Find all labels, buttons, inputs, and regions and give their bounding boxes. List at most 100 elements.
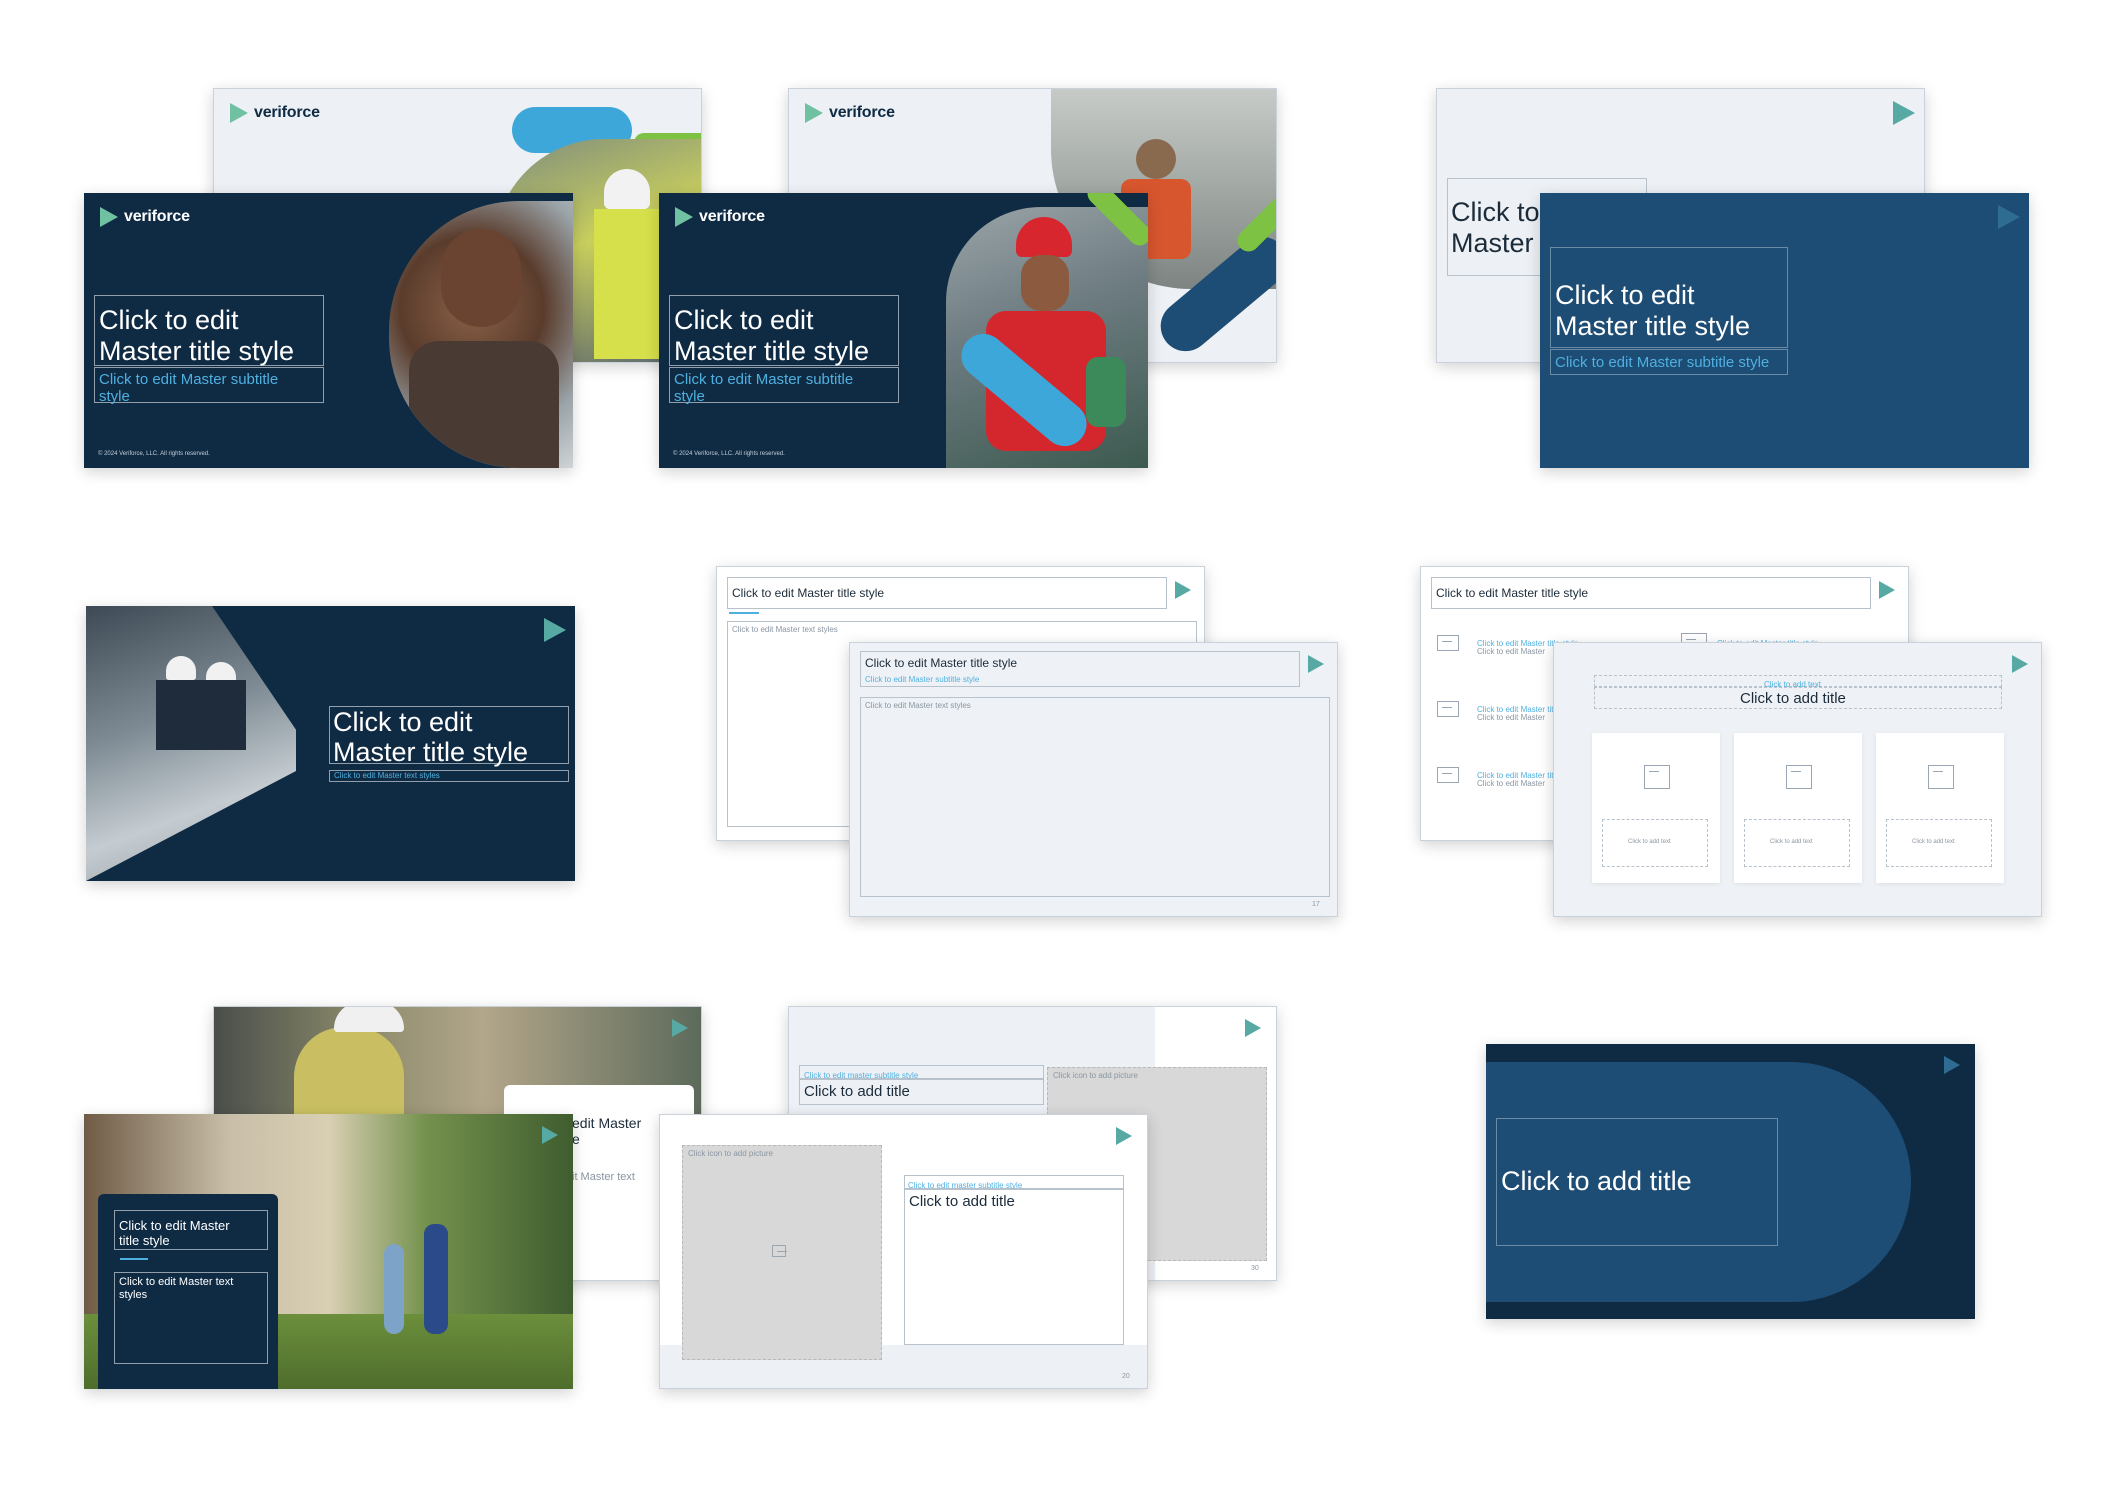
shirt-shape — [409, 341, 559, 468]
slide-thumbnail-three-column[interactable]: Click to add text Click to add title Cli… — [1553, 642, 2042, 917]
column-card[interactable]: Click to add text — [1734, 733, 1862, 883]
add-title: Click to add title — [1740, 690, 1846, 707]
title-accent-rule — [120, 1258, 148, 1260]
master-title-line-1: Click to edit — [674, 305, 814, 335]
hardhat-shape — [604, 169, 650, 209]
master-text-line-1: Click to edit Master text — [119, 1276, 234, 1288]
veriforce-chevron-icon — [1175, 581, 1191, 599]
add-title: Click to add title — [804, 1083, 910, 1100]
master-text-partial: it Master text — [572, 1171, 635, 1183]
master-title: Click to edit Master title style — [1436, 586, 1589, 600]
master-title: Click to edit Master title style — [732, 586, 885, 600]
veriforce-chevron-icon — [1308, 655, 1324, 673]
master-subtitle: Click to edit Master subtitle style — [1555, 354, 1770, 371]
master-title-partial: edit Master — [572, 1115, 642, 1131]
list-item-text: Click to edit Master — [1477, 713, 1546, 722]
logo-mark-icon — [805, 103, 823, 123]
veriforce-logo: veriforce — [100, 207, 190, 227]
master-subtitle-line-2: style — [99, 388, 130, 405]
veriforce-chevron-icon — [1893, 101, 1915, 125]
picture-placeholder-icon[interactable] — [1437, 701, 1459, 717]
master-title-line-2: Master title style — [333, 737, 529, 767]
master-text: Click to edit Master text styles — [865, 701, 971, 710]
page-number: 17 — [1312, 901, 1320, 908]
veriforce-logo: veriforce — [675, 207, 765, 227]
slide-thumbnail-section-header[interactable]: Click to add title — [1486, 1044, 1975, 1319]
logo-wordmark: veriforce — [254, 104, 320, 121]
add-title: Click to add title — [1501, 1166, 1692, 1196]
slide-thumbnail-title-blue-front[interactable]: Click to edit Master title style Click t… — [1540, 193, 2029, 468]
picture-placeholder-icon[interactable] — [772, 1245, 787, 1257]
worker-uniforms-shape — [156, 680, 246, 750]
master-title-partial-2: e — [572, 1131, 580, 1147]
slide-thumbnail-picture-left-front[interactable]: Click icon to add picture Click to edit … — [659, 1114, 1148, 1389]
master-title-line-2: Master title style — [99, 336, 295, 366]
page-number: 30 — [1251, 1265, 1259, 1272]
add-text: Click to add text — [1770, 839, 1813, 845]
picture-placeholder-icon[interactable] — [1786, 765, 1812, 789]
hardhat-shape — [166, 656, 196, 680]
add-title: Click to add title — [909, 1193, 1015, 1210]
veriforce-logo: veriforce — [805, 103, 895, 123]
master-title-line-2: Master title style — [1555, 311, 1751, 341]
veriforce-chevron-icon — [544, 618, 566, 642]
veriforce-chevron-icon — [672, 1019, 688, 1037]
woman-shape — [384, 1244, 404, 1334]
slide-thumbnail-photo-front[interactable]: Click to edit Master title style Click t… — [84, 1114, 573, 1389]
master-title-partial-1: Click to — [1451, 197, 1540, 227]
master-title-line-1: Click to edit — [333, 707, 473, 737]
logo-wordmark: veriforce — [124, 208, 190, 225]
logo-wordmark: veriforce — [699, 208, 765, 225]
master-subtitle-line-2: style — [674, 388, 705, 405]
master-title-line-1: Click to edit — [1555, 280, 1695, 310]
hardhat-shape — [334, 1007, 404, 1032]
master-subtitle: Click to edit Master subtitle style — [865, 675, 980, 684]
logo-mark-icon — [100, 207, 118, 227]
slide-thumbnail-title-diagonal-photo[interactable]: Click to edit Master title style Click t… — [86, 606, 575, 881]
copyright-footer: © 2024 Veriforce, LLC. All rights reserv… — [98, 451, 210, 457]
slide-thumbnail-title-navy-front-1[interactable]: veriforce Click to edit Master title sty… — [84, 193, 573, 468]
safety-vest-shape — [594, 209, 664, 359]
add-text: Click to add text — [1912, 839, 1955, 845]
slide-thumbnail-title-navy-front-2[interactable]: veriforce Click to edit Master title sty… — [659, 193, 1148, 468]
master-title-partial-2: Master — [1451, 228, 1534, 258]
add-picture: Click icon to add picture — [688, 1149, 773, 1158]
veriforce-chevron-icon — [542, 1126, 558, 1144]
bearded-face-shape — [1021, 255, 1069, 311]
veriforce-chevron-icon — [1944, 1056, 1960, 1074]
red-hardhat-shape — [1016, 217, 1072, 257]
list-item-text: Click to edit Master — [1477, 647, 1546, 656]
veriforce-chevron-icon — [1116, 1127, 1132, 1145]
column-card[interactable]: Click to add text — [1592, 733, 1720, 883]
master-text: Click to edit Master text styles — [334, 771, 440, 780]
title-accent-rule — [729, 612, 759, 614]
copyright-footer: © 2024 Veriforce, LLC. All rights reserv… — [673, 451, 785, 457]
master-text-line-2: styles — [119, 1289, 148, 1301]
picture-placeholder-icon[interactable] — [1644, 765, 1670, 789]
master-title-line-1: Click to edit — [99, 305, 239, 335]
veriforce-chevron-icon — [2012, 655, 2028, 673]
workers-on-roof-photo — [86, 606, 296, 881]
add-picture: Click icon to add picture — [1053, 1071, 1138, 1080]
slide-thumbnail-content-front[interactable]: Click to edit Master title style Click t… — [849, 642, 1338, 917]
master-title-line-2: title style — [119, 1233, 170, 1248]
picture-placeholder-icon[interactable] — [1928, 765, 1954, 789]
veriforce-chevron-icon — [1998, 205, 2020, 229]
body-placeholder-box[interactable] — [860, 697, 1330, 897]
green-pipe-shape — [1086, 357, 1126, 427]
face-shape — [441, 229, 521, 327]
worker-shape — [424, 1224, 448, 1334]
veriforce-chevron-icon — [1879, 581, 1895, 599]
master-text: Click to edit Master text styles — [732, 625, 838, 634]
picture-placeholder-icon[interactable] — [1437, 635, 1459, 651]
operator-headset-photo — [389, 201, 573, 468]
add-text: Click to add text — [1628, 839, 1671, 845]
master-title-line-1: Click to edit Master — [119, 1218, 230, 1233]
title-placeholder-box[interactable] — [904, 1189, 1124, 1345]
picture-placeholder-icon[interactable] — [1437, 767, 1459, 783]
logo-mark-icon — [675, 207, 693, 227]
veriforce-chevron-icon — [1245, 1019, 1261, 1037]
worker-head-shape — [1136, 139, 1176, 179]
column-card[interactable]: Click to add text — [1876, 733, 2004, 883]
veriforce-logo: veriforce — [230, 103, 320, 123]
